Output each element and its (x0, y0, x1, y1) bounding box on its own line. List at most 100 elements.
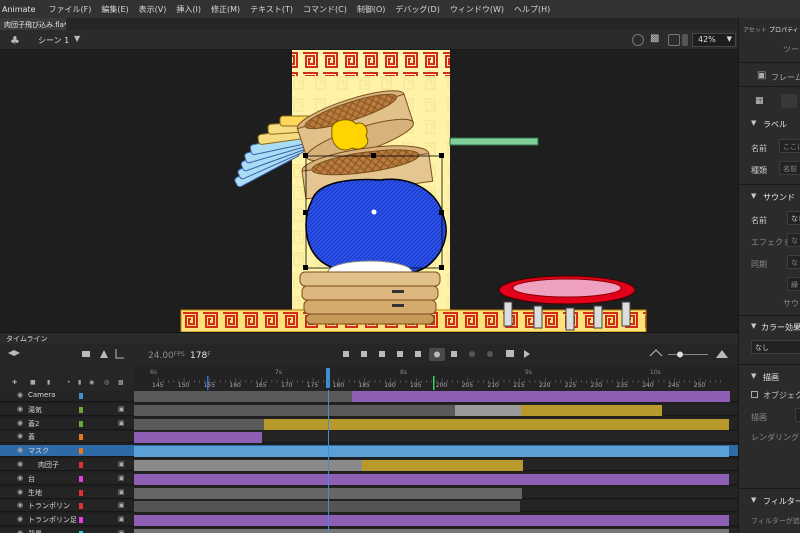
menu-edit[interactable]: 編集(E) (96, 4, 133, 15)
frame-span[interactable] (521, 404, 662, 416)
range-end-marker[interactable] (433, 376, 435, 390)
layer-name[interactable]: マスク (28, 446, 49, 456)
lock-icon[interactable]: ▣ (118, 488, 125, 496)
layer-name[interactable]: 湯気 (28, 405, 42, 415)
layer-color-swatch[interactable] (79, 503, 83, 510)
layer-row[interactable]: ◉ Camera (0, 390, 738, 402)
document-tab[interactable]: 肉団子飛び込み.fla*× (0, 18, 66, 30)
layer-color-swatch[interactable] (79, 393, 83, 399)
lock-icon[interactable]: ▣ (118, 474, 125, 482)
layer-color-swatch[interactable] (79, 517, 83, 524)
fps-display[interactable]: 24.00FPS (148, 351, 185, 361)
clapper-icon[interactable]: ♣ (10, 34, 22, 47)
layer-row[interactable]: ◉ 生地 ▣ (0, 486, 738, 499)
lock-icon[interactable]: ▣ (118, 461, 125, 468)
chevron-down-icon[interactable]: ▼ (751, 192, 756, 200)
object-checkbox[interactable] (751, 391, 758, 398)
section-filter[interactable]: フィルター (763, 496, 800, 507)
frame-span[interactable] (134, 418, 264, 430)
menu-text[interactable]: テキスト(T) (245, 4, 298, 15)
chevron-down-icon[interactable]: ▼ (751, 496, 756, 504)
eye-icon[interactable]: ◉ (17, 405, 23, 413)
layer-name[interactable]: トランポリン (28, 501, 70, 511)
section-draw[interactable]: 描画 (763, 372, 779, 383)
chevron-down-icon[interactable]: ▼ (751, 322, 756, 330)
layer-color-swatch[interactable] (79, 462, 83, 468)
layer-name[interactable]: 生地 (28, 488, 42, 498)
layer-row[interactable]: ◉ 肉団子 ▣ (0, 459, 738, 471)
eye-icon[interactable]: ◉ (17, 529, 23, 533)
frame-span[interactable] (264, 418, 729, 430)
swap-icon[interactable]: ▦ (755, 96, 764, 106)
label-name-input[interactable]: ここに入 (779, 139, 800, 153)
layer-row[interactable]: ◉ トランポリン足 ▣ (0, 514, 738, 527)
eye-icon[interactable]: ◉ (17, 460, 23, 468)
lock-icon[interactable]: ▣ (118, 516, 125, 523)
frame-span[interactable] (455, 404, 521, 416)
frame-span[interactable] (134, 446, 729, 458)
section-color-effect[interactable]: カラー効果 (761, 322, 800, 333)
frame-span[interactable] (362, 460, 523, 471)
transform-point[interactable] (371, 209, 377, 215)
layer-color-swatch[interactable] (79, 420, 83, 427)
tab-properties[interactable]: プロパティ (769, 25, 799, 34)
frame-span[interactable] (134, 515, 729, 527)
layer-row[interactable]: ◉背景▣ (0, 528, 738, 533)
layer-name[interactable]: 台 (28, 474, 35, 484)
center-stage-icon[interactable] (632, 34, 644, 46)
menu-insert[interactable]: 挿入(I) (171, 4, 206, 15)
sound-sync-select[interactable]: な (787, 255, 800, 269)
current-frame-display[interactable]: 178F (190, 351, 211, 361)
menu-window[interactable]: ウィンドウ(W) (445, 4, 509, 15)
frame-span[interactable] (134, 529, 729, 533)
eye-icon[interactable]: ◉ (17, 419, 23, 427)
layer-row[interactable]: ◉ マスク (0, 445, 738, 458)
eye-icon[interactable]: ◉ (17, 488, 23, 496)
eye-icon[interactable]: ◉ (17, 515, 23, 523)
layer-color-swatch[interactable] (79, 448, 83, 455)
layer-color-swatch[interactable] (79, 475, 83, 482)
sound-effect-select[interactable]: な (787, 233, 800, 247)
menu-help[interactable]: ヘルプ(H) (509, 4, 555, 15)
scene-selector[interactable]: シーン 1 (38, 35, 69, 46)
menu-control[interactable]: 制御(O) (352, 4, 391, 15)
eye-icon[interactable]: ◉ (17, 391, 23, 399)
eye-icon[interactable]: ◉ (17, 474, 23, 482)
eye-icon[interactable]: ◉ (17, 501, 23, 509)
lock-icon[interactable]: ▣ (118, 419, 125, 427)
fit-stage-icon[interactable] (668, 34, 680, 46)
menu-file[interactable]: ファイル(F) (44, 4, 97, 15)
sound-name-select[interactable]: なし (787, 211, 800, 225)
chevron-down-icon[interactable]: ▼ (751, 372, 756, 380)
layer-name[interactable]: トランポリン足 (28, 515, 77, 525)
menu-view[interactable]: 表示(V) (134, 4, 172, 15)
layer-name[interactable]: Camera (28, 391, 55, 399)
sound-repeat-select[interactable]: 繰 (787, 277, 800, 291)
lock-icon[interactable]: ▣ (118, 405, 125, 413)
color-effect-select[interactable]: なし (751, 340, 800, 354)
menu-commands[interactable]: コマンド(C) (298, 4, 352, 15)
chevron-down-icon[interactable]: ▼ (751, 119, 756, 127)
frame-option-button[interactable] (781, 94, 797, 108)
chevron-down-icon[interactable]: ▼ (74, 34, 80, 43)
frame-span[interactable] (134, 404, 455, 416)
layer-color-swatch[interactable] (79, 489, 83, 496)
layer-row[interactable]: ◉ トランポリン ▣ (0, 500, 738, 513)
stage-options-icon[interactable] (682, 34, 688, 46)
timeline-ruler[interactable]: ✚ ■ ▮ • ▮ ◉ ◎ ▩ 6s 7s 8s 9s 10s 145 150 155 160… (0, 366, 738, 390)
zoom-select[interactable]: 42% ▼ (692, 33, 736, 47)
layer-row[interactable]: ◉ 台 ▣ (0, 472, 738, 485)
frame-span[interactable] (352, 391, 730, 402)
layer-color-swatch[interactable] (79, 434, 83, 441)
eye-icon[interactable]: ◉ (17, 432, 23, 440)
menu-modify[interactable]: 修正(M) (206, 4, 245, 15)
layer-name[interactable]: 蓋 (28, 432, 35, 442)
frame-span[interactable] (134, 501, 520, 513)
stage[interactable] (0, 50, 738, 332)
blend-select[interactable] (795, 408, 800, 422)
menu-debug[interactable]: デバッグ(D) (390, 4, 444, 15)
layer-name[interactable]: 背景 (28, 529, 42, 533)
eye-icon[interactable]: ◉ (17, 446, 23, 454)
frame-span[interactable] (134, 473, 729, 485)
layer-name[interactable]: 肉団子 (38, 460, 59, 470)
